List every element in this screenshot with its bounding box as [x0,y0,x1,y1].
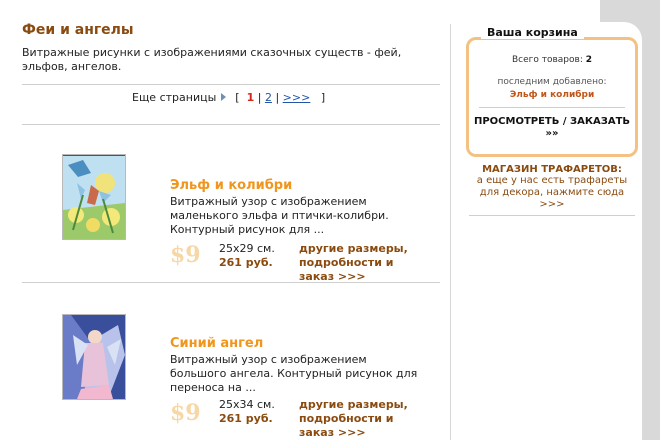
cart-box: Всего товаров: 2 последним добавлено: Эл… [466,37,638,157]
cart-last-item[interactable]: Эльф и колибри [469,90,635,100]
pager-separator: | [275,91,280,104]
more-link[interactable]: другие размеры, подробности и заказ >>> [299,398,429,440]
pager-next[interactable]: >>> [283,91,311,104]
size-text: 25x34 см. [219,398,275,411]
shop-title: МАГАЗИН ТРАФАРЕТОВ: [482,164,622,175]
pager-current: 1 [246,91,255,104]
checkout-button-label: ПРОСМОТРЕТЬ / ЗАКАЗАТЬ [473,116,631,127]
stencil-shop-promo[interactable]: МАГАЗИН ТРАФАРЕТОВ: а еще у нас есть тра… [466,164,638,216]
shop-divider [469,215,635,216]
column-divider [450,24,451,440]
checkout-button[interactable]: ПРОСМОТРЕТЬ / ЗАКАЗАТЬ »» [469,116,635,140]
checkout-arrows: »» [545,128,559,139]
more-link[interactable]: другие размеры, подробности и заказ >>> [299,242,429,284]
divider [22,282,440,283]
size-text: 25x29 см. [219,242,275,255]
product-description: Витражный узор с изображением большого а… [170,353,418,394]
cart-count-value: 2 [585,55,593,65]
product-price: $9 [170,400,201,426]
pager-page-2[interactable]: 2 [265,91,272,104]
divider [22,124,440,125]
product-image-elf[interactable] [62,154,126,240]
main-content: Феи и ангелы Витражные рисунки с изображ… [22,22,440,439]
price-rub: 261 руб. [219,412,273,425]
shop-text: а еще у нас есть трафареты для декора, н… [476,175,628,210]
pager-bracket-close: ] [320,91,326,104]
right-frame [642,0,660,440]
cart-count: Всего товаров: 2 [469,55,635,65]
product-size: 25x29 см. 261 руб. [219,242,275,270]
product-price: $9 [170,242,201,268]
pager-bracket-open: [ [235,91,240,104]
product-description: Витражный узор с изображением маленького… [170,195,389,236]
product-title[interactable]: Эльф и колибри [170,178,292,193]
page-title: Феи и ангелы [22,22,134,38]
cart-title: Ваша корзина [481,26,584,39]
product-card: Эльф и колибри Витражный узор с изображе… [22,134,440,283]
pagination: Еще страницы [ 1 | 2 | >>> ] [132,91,325,104]
product-image-angel[interactable] [62,314,126,400]
arrow-right-icon [221,93,227,101]
frame-corner [600,0,660,40]
divider [22,84,440,85]
product-size: 25x34 см. 261 руб. [219,398,275,426]
cart-count-label: Всего товаров: [511,55,583,65]
page-description: Витражные рисунки с изображениями сказоч… [22,46,402,73]
cart-last-label: последним добавлено: [497,77,607,87]
cart-divider [479,107,625,108]
pager-separator: | [257,91,262,104]
product-title[interactable]: Синий ангел [170,336,263,351]
product-card: Синий ангел Витражный узор с изображение… [22,292,440,439]
pager-label: Еще страницы [132,91,217,104]
price-rub: 261 руб. [219,256,273,269]
